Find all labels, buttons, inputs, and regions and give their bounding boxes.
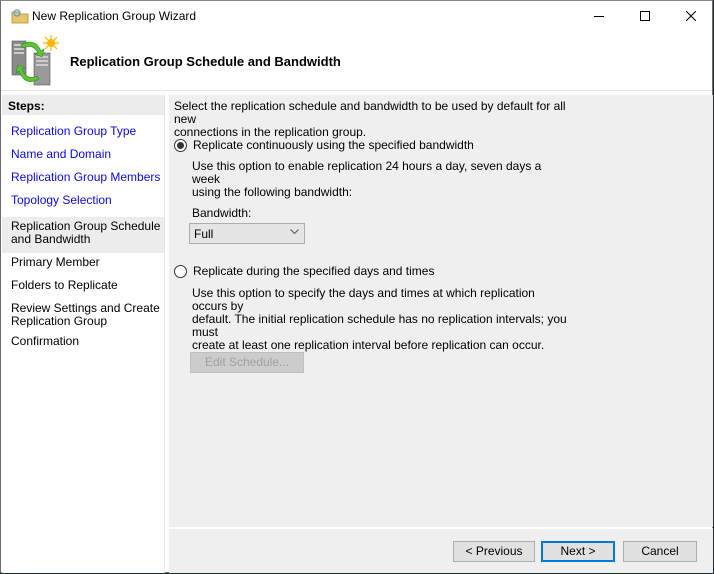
desc-line: Use this option to enable replication 24…: [192, 159, 542, 186]
step-label-line2: Replication Group: [11, 314, 108, 328]
close-button[interactable]: [668, 1, 714, 31]
step-schedule-and-bandwidth: Replication Group Schedule and Bandwidth: [2, 217, 164, 253]
step-confirmation: Confirmation: [11, 334, 80, 348]
intro-line: Select the replication schedule and band…: [174, 99, 566, 126]
window-title: New Replication Group Wizard: [32, 9, 197, 23]
page-title: Replication Group Schedule and Bandwidth: [70, 54, 341, 69]
minimize-icon: [594, 16, 604, 17]
desc-line: Use this option to specify the days and …: [192, 286, 535, 313]
step-name-and-domain[interactable]: Name and Domain: [2, 148, 164, 171]
option-scheduled-description: Use this option to specify the days and …: [192, 287, 572, 352]
bandwidth-label: Bandwidth:: [192, 206, 252, 220]
edit-schedule-button[interactable]: Edit Schedule...: [190, 352, 304, 373]
minimize-button[interactable]: [576, 1, 622, 31]
intro-text: Select the replication schedule and band…: [174, 100, 574, 139]
maximize-button[interactable]: [622, 1, 668, 31]
cancel-button[interactable]: Cancel: [623, 541, 697, 562]
bandwidth-select[interactable]: Full: [189, 223, 305, 244]
desc-line: create at least one replication interval…: [192, 338, 545, 352]
step-primary-member: Primary Member: [11, 255, 100, 269]
option-continuous[interactable]: Replicate continuously using the specifi…: [174, 138, 474, 152]
wizard-header: Replication Group Schedule and Bandwidth: [1, 31, 712, 91]
server-replication-icon: [9, 35, 59, 87]
close-icon: [686, 11, 696, 21]
wizard-footer: < Previous Next > Cancel: [169, 528, 713, 573]
steps-title: Steps:: [2, 95, 164, 115]
bandwidth-value: Full: [194, 227, 214, 241]
next-button[interactable]: Next >: [541, 541, 615, 562]
chevron-down-icon: [290, 229, 299, 235]
title-bar[interactable]: New Replication Group Wizard: [1, 1, 712, 31]
step-folders-to-replicate: Folders to Replicate: [11, 278, 118, 292]
content-panel: Select the replication schedule and band…: [169, 95, 713, 527]
previous-button[interactable]: < Previous: [453, 541, 535, 562]
folder-sync-icon: [11, 8, 29, 24]
step-replication-group-type[interactable]: Replication Group Type: [2, 125, 164, 148]
radio-scheduled-label[interactable]: Replicate during the specified days and …: [193, 264, 434, 278]
maximize-icon: [640, 11, 650, 21]
step-replication-group-members[interactable]: Replication Group Members: [2, 171, 164, 194]
wizard-window: New Replication Group Wizard Replication…: [0, 0, 713, 573]
desc-line: default. The initial replication schedul…: [192, 312, 567, 339]
step-topology-selection[interactable]: Topology Selection: [2, 194, 164, 217]
desc-line: using the following bandwidth:: [192, 185, 353, 199]
step-label-line2: and Bandwidth: [11, 232, 91, 246]
option-continuous-description: Use this option to enable replication 24…: [192, 160, 572, 199]
step-review-settings: Review Settings and Create Replication G…: [2, 299, 164, 335]
option-scheduled[interactable]: Replicate during the specified days and …: [174, 264, 434, 278]
steps-panel: Steps: Replication Group Type Name and D…: [2, 95, 165, 573]
radio-continuous-label[interactable]: Replicate continuously using the specifi…: [193, 138, 474, 152]
radio-scheduled[interactable]: [174, 264, 187, 278]
radio-continuous[interactable]: [174, 138, 187, 152]
